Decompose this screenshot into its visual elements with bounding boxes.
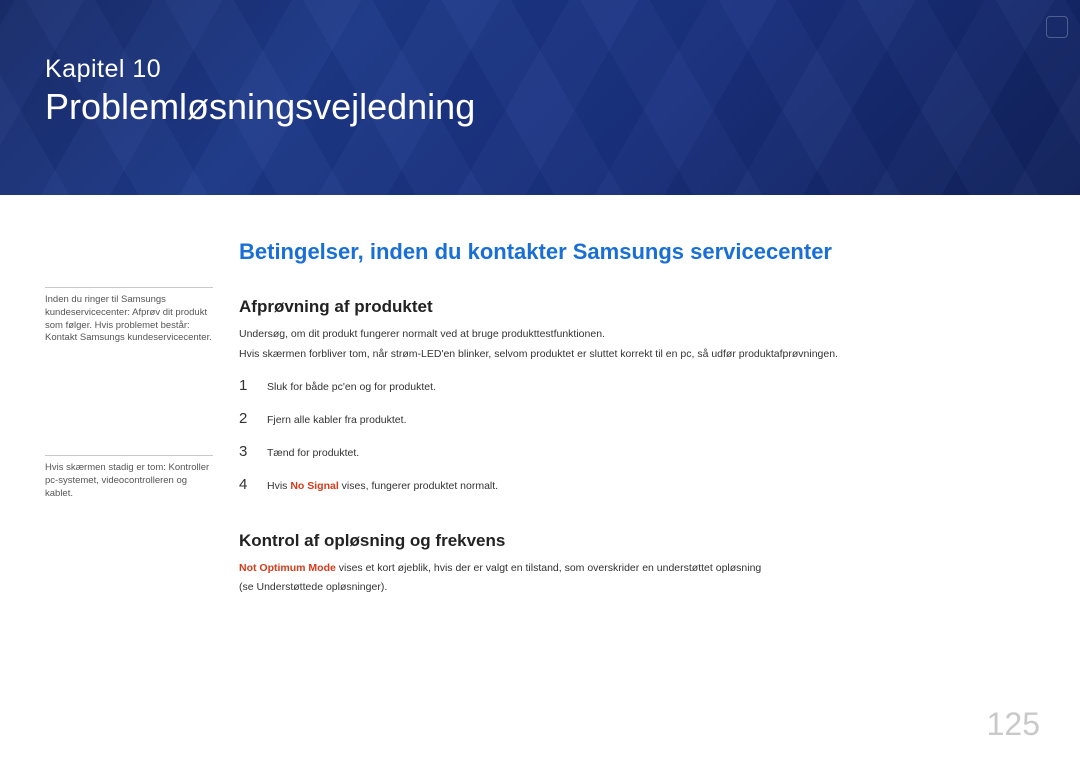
chapter-banner: Kapitel 10 Problemløsningsvejledning: [0, 0, 1080, 195]
paragraph: Undersøg, om dit produkt fungerer normal…: [239, 327, 1035, 343]
step-item: 2 Fjern alle kabler fra produktet.: [239, 402, 1035, 435]
warning-term: Not Optimum Mode: [239, 562, 336, 574]
warning-term: No Signal: [290, 480, 338, 492]
side-note-1: Inden du ringer til Samsungs kundeservic…: [45, 287, 213, 345]
chapter-label: Kapitel 10: [45, 55, 1080, 84]
step-text-suffix: vises, fungerer produktet normalt.: [339, 480, 498, 492]
step-text: Fjern alle kabler fra produktet.: [267, 414, 406, 426]
side-note-2: Hvis skærmen stadig er tom: Kontroller p…: [45, 455, 213, 500]
paragraph: (se Understøttede opløsninger).: [239, 580, 1035, 596]
page-number: 125: [987, 706, 1040, 743]
main-content: Betingelser, inden du kontakter Samsungs…: [239, 239, 1035, 600]
paragraph: Hvis skærmen forbliver tom, når strøm-LE…: [239, 347, 1035, 363]
paragraph-text: vises et kort øjeblik, hvis der er valgt…: [336, 562, 761, 574]
step-text-prefix: Hvis: [267, 480, 290, 492]
section-heading: Betingelser, inden du kontakter Samsungs…: [239, 239, 1035, 265]
paragraph: Not Optimum Mode vises et kort øjeblik, …: [239, 561, 1035, 577]
step-item: 1 Sluk for både pc'en og for produktet.: [239, 369, 1035, 402]
steps-list: 1 Sluk for både pc'en og for produktet. …: [239, 369, 1035, 501]
chapter-title: Problemløsningsvejledning: [45, 86, 1080, 128]
step-text: Hvis No Signal vises, fungerer produktet…: [267, 480, 498, 492]
step-number: 4: [239, 476, 253, 493]
step-item: 3 Tænd for produktet.: [239, 435, 1035, 468]
step-number: 1: [239, 377, 253, 394]
step-item: 4 Hvis No Signal vises, fungerer produkt…: [239, 468, 1035, 501]
step-number: 3: [239, 443, 253, 460]
step-text: Tænd for produktet.: [267, 447, 359, 459]
sidebar-notes: Inden du ringer til Samsungs kundeservic…: [45, 239, 213, 600]
step-number: 2: [239, 410, 253, 427]
step-text: Sluk for både pc'en og for produktet.: [267, 381, 436, 393]
subsection-title-resolution: Kontrol af opløsning og frekvens: [239, 531, 1035, 551]
subsection-title-testing: Afprøvning af produktet: [239, 297, 1035, 317]
